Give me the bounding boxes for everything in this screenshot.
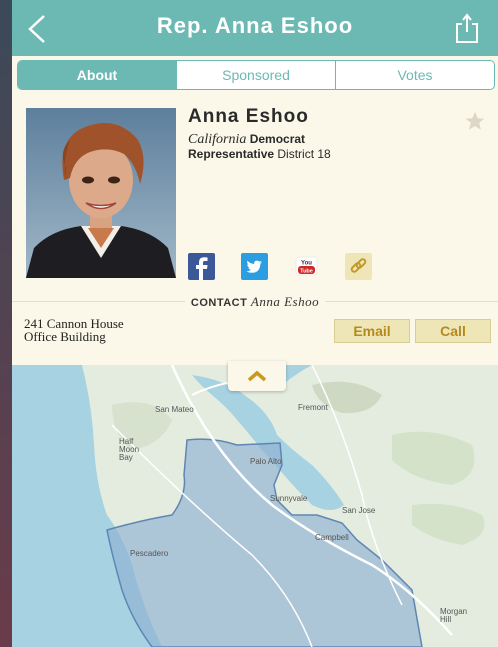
map-graphic <box>12 365 498 647</box>
representative-name: Anna Eshoo <box>188 106 309 127</box>
map-label-sunnyvale: Sunnyvale <box>270 494 308 503</box>
share-icon[interactable] <box>454 12 480 44</box>
map-label-san-jose: San Jose <box>342 506 376 515</box>
role-district-line: Representative District 18 <box>188 147 331 161</box>
office-address: 241 Cannon House Office Building <box>24 317 124 343</box>
address-line-2: Office Building <box>24 329 106 344</box>
nav-bar: Rep. Anna Eshoo <box>12 0 498 56</box>
chevron-up-icon <box>247 370 267 382</box>
tab-votes[interactable]: Votes <box>335 61 494 89</box>
facebook-icon[interactable] <box>188 253 215 280</box>
district-label: District 18 <box>277 147 331 161</box>
segmented-tabs: About Sponsored Votes <box>17 60 495 90</box>
contact-header: CONTACT Anna Eshoo <box>12 294 498 310</box>
twitter-icon[interactable] <box>241 253 268 280</box>
district-map[interactable]: San Mateo Fremont Half Moon Bay Palo Alt… <box>12 365 498 647</box>
map-label-palo-alto: Palo Alto <box>250 457 282 466</box>
state-label: California <box>188 132 247 147</box>
map-expand-toggle[interactable] <box>228 361 286 391</box>
tab-about[interactable]: About <box>18 61 176 89</box>
app-window: Rep. Anna Eshoo About Sponsored Votes An… <box>12 0 498 647</box>
representative-photo <box>26 108 176 278</box>
state-party-line: California Democrat <box>188 132 305 148</box>
svg-text:Tube: Tube <box>300 268 313 274</box>
youtube-icon[interactable]: You Tube <box>293 253 320 280</box>
party-label: Democrat <box>249 132 306 146</box>
map-label-half-moon-bay: Half Moon Bay <box>119 437 140 462</box>
favorite-star-icon[interactable] <box>464 110 486 132</box>
role-label: Representative <box>188 147 275 161</box>
map-label-san-mateo: San Mateo <box>155 405 194 414</box>
website-link-icon[interactable] <box>345 253 372 280</box>
call-button[interactable]: Call <box>415 319 491 343</box>
contact-name: Anna Eshoo <box>250 294 320 309</box>
svg-text:You: You <box>301 261 312 267</box>
tab-sponsored[interactable]: Sponsored <box>176 61 335 89</box>
contact-label: CONTACT <box>190 297 248 309</box>
email-button[interactable]: Email <box>334 319 410 343</box>
map-label-fremont: Fremont <box>298 403 328 412</box>
map-label-campbell: Campbell <box>315 533 349 542</box>
page-title: Rep. Anna Eshoo <box>156 13 354 38</box>
map-label-morgan-hill: Morgan Hill <box>440 607 468 624</box>
map-label-pescadero: Pescadero <box>130 549 169 558</box>
portrait-image <box>26 108 176 278</box>
